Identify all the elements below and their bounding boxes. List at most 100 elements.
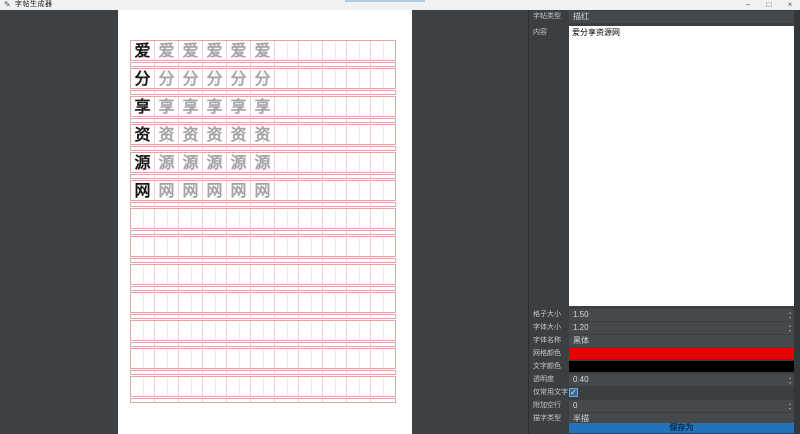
copybook-cell bbox=[275, 69, 299, 88]
copybook-spacer-cell bbox=[227, 315, 251, 318]
copybook-spacer-row bbox=[130, 258, 396, 263]
copybook-spacer-cell bbox=[347, 203, 371, 206]
copybook-spacer-row bbox=[130, 202, 396, 207]
copybook-cell bbox=[371, 41, 395, 60]
cell-size-spinner[interactable]: 1.50 bbox=[569, 309, 794, 321]
copybook-cell bbox=[299, 97, 323, 116]
opacity-spinner[interactable]: 0.40 bbox=[569, 374, 794, 386]
copybook-spacer-cell bbox=[347, 371, 371, 374]
copybook-cell bbox=[275, 41, 299, 60]
copybook-spacer-cell bbox=[155, 63, 179, 66]
copybook-cell bbox=[275, 181, 299, 200]
copybook-spacer-cell bbox=[227, 175, 251, 178]
copybook-cell bbox=[347, 41, 371, 60]
copybook-cell bbox=[371, 293, 395, 312]
copybook-spacer-cell bbox=[323, 399, 347, 402]
text-color-swatch[interactable] bbox=[569, 361, 794, 372]
copybook-cell bbox=[371, 265, 395, 284]
copybook-cell bbox=[299, 377, 323, 396]
common-only-row: 仅常用文字 bbox=[529, 387, 795, 399]
copybook-spacer-cell bbox=[275, 91, 299, 94]
copybook-cell bbox=[323, 181, 347, 200]
spin-down-icon[interactable]: ▾ bbox=[789, 315, 791, 320]
copybook-cell bbox=[155, 265, 179, 284]
copybook-spacer-cell bbox=[227, 343, 251, 346]
copybook-cell: 分 bbox=[131, 69, 155, 88]
copybook-cell: 分 bbox=[155, 69, 179, 88]
copybook-spacer-cell bbox=[131, 203, 155, 206]
copybook-spacer-cell bbox=[227, 371, 251, 374]
copybook-cell bbox=[347, 209, 371, 228]
spin-down-icon[interactable]: ▾ bbox=[789, 406, 791, 411]
copybook-spacer-cell bbox=[203, 175, 227, 178]
spin-down-icon[interactable]: ▾ bbox=[789, 380, 791, 385]
copybook-spacer-cell bbox=[179, 399, 203, 402]
blank-rows-spin-arrows[interactable]: ▴▾ bbox=[786, 400, 794, 412]
spin-down-icon[interactable]: ▾ bbox=[789, 328, 791, 333]
copybook-spacer-cell bbox=[275, 315, 299, 318]
copybook-spacer-cell bbox=[131, 399, 155, 402]
grid-color-swatch[interactable] bbox=[569, 348, 794, 359]
copybook-cell bbox=[227, 237, 251, 256]
panel-scrollbar[interactable] bbox=[794, 10, 800, 434]
copybook-spacer-row bbox=[130, 398, 396, 403]
cell-size-spin-arrows[interactable]: ▴▾ bbox=[786, 309, 794, 321]
copybook-cell bbox=[251, 209, 275, 228]
minimize-button[interactable]: – bbox=[740, 0, 756, 10]
font-name-select[interactable]: 黑体 bbox=[569, 335, 794, 347]
copybook-row bbox=[130, 208, 396, 229]
copybook-cell bbox=[131, 209, 155, 228]
copybook-cell: 享 bbox=[131, 97, 155, 116]
copybook-cell: 资 bbox=[251, 125, 275, 144]
copybook-spacer-cell bbox=[323, 203, 347, 206]
save-as-button[interactable]: 保存为 bbox=[569, 423, 794, 433]
copybook-spacer-cell bbox=[131, 231, 155, 234]
maximize-button[interactable]: □ bbox=[761, 0, 777, 10]
copybook-spacer-cell bbox=[155, 399, 179, 402]
copybook-cell: 资 bbox=[155, 125, 179, 144]
copybook-spacer-cell bbox=[371, 315, 395, 318]
copybook-spacer-cell bbox=[299, 203, 323, 206]
copybook-cell bbox=[203, 377, 227, 396]
copybook-cell: 分 bbox=[203, 69, 227, 88]
copybook-spacer-cell bbox=[323, 119, 347, 122]
copybook-cell bbox=[371, 69, 395, 88]
font-size-spin-arrows[interactable]: ▴▾ bbox=[786, 322, 794, 334]
copybook-spacer-cell bbox=[347, 287, 371, 290]
copybook-cell: 网 bbox=[131, 181, 155, 200]
font-size-spinner[interactable]: 1.20 bbox=[569, 322, 794, 334]
content-label: 内容 bbox=[533, 27, 547, 39]
copybook-cell bbox=[371, 237, 395, 256]
copybook-spacer-cell bbox=[131, 119, 155, 122]
copybook-cell bbox=[131, 321, 155, 340]
copybook-row: 源源源源源源 bbox=[130, 152, 396, 173]
copybook-spacer-cell bbox=[179, 91, 203, 94]
copybook-spacer-row bbox=[130, 314, 396, 319]
opacity-spin-arrows[interactable]: ▴▾ bbox=[786, 374, 794, 386]
copybook-spacer-cell bbox=[299, 287, 323, 290]
common-only-checkbox[interactable] bbox=[569, 388, 578, 397]
copybook-spacer-cell bbox=[323, 231, 347, 234]
copybook-cell bbox=[299, 209, 323, 228]
copybook-spacer-cell bbox=[155, 203, 179, 206]
copybook-spacer-cell bbox=[227, 259, 251, 262]
copybook-cell bbox=[323, 97, 347, 116]
copybook-cell bbox=[323, 377, 347, 396]
app-window: ✎ 字帖生成器 – □ × 爱爱爱爱爱爱分分分分分分享享享享享享资资资资资资源源… bbox=[0, 0, 800, 434]
copybook-spacer-cell bbox=[275, 63, 299, 66]
settings-panel: 字帖类型 描红 内容 爱分享资源网 格子大小 1.50 ▴▾ 字体大小 1.20… bbox=[528, 10, 800, 434]
copybook-spacer-row bbox=[130, 90, 396, 95]
copybook-cell bbox=[371, 209, 395, 228]
copybook-cell bbox=[371, 153, 395, 172]
copybook-cell bbox=[203, 293, 227, 312]
close-button[interactable]: × bbox=[782, 0, 798, 10]
blank-rows-spinner[interactable]: 0 bbox=[569, 400, 794, 412]
copybook-type-select[interactable]: 描红 bbox=[569, 11, 794, 23]
copybook-cell bbox=[155, 349, 179, 368]
copybook-cell: 网 bbox=[203, 181, 227, 200]
copybook-cell bbox=[227, 209, 251, 228]
content-textarea[interactable]: 爱分享资源网 bbox=[569, 26, 794, 306]
copybook-spacer-cell bbox=[227, 91, 251, 94]
copybook-spacer-cell bbox=[299, 371, 323, 374]
copybook-spacer-cell bbox=[251, 175, 275, 178]
